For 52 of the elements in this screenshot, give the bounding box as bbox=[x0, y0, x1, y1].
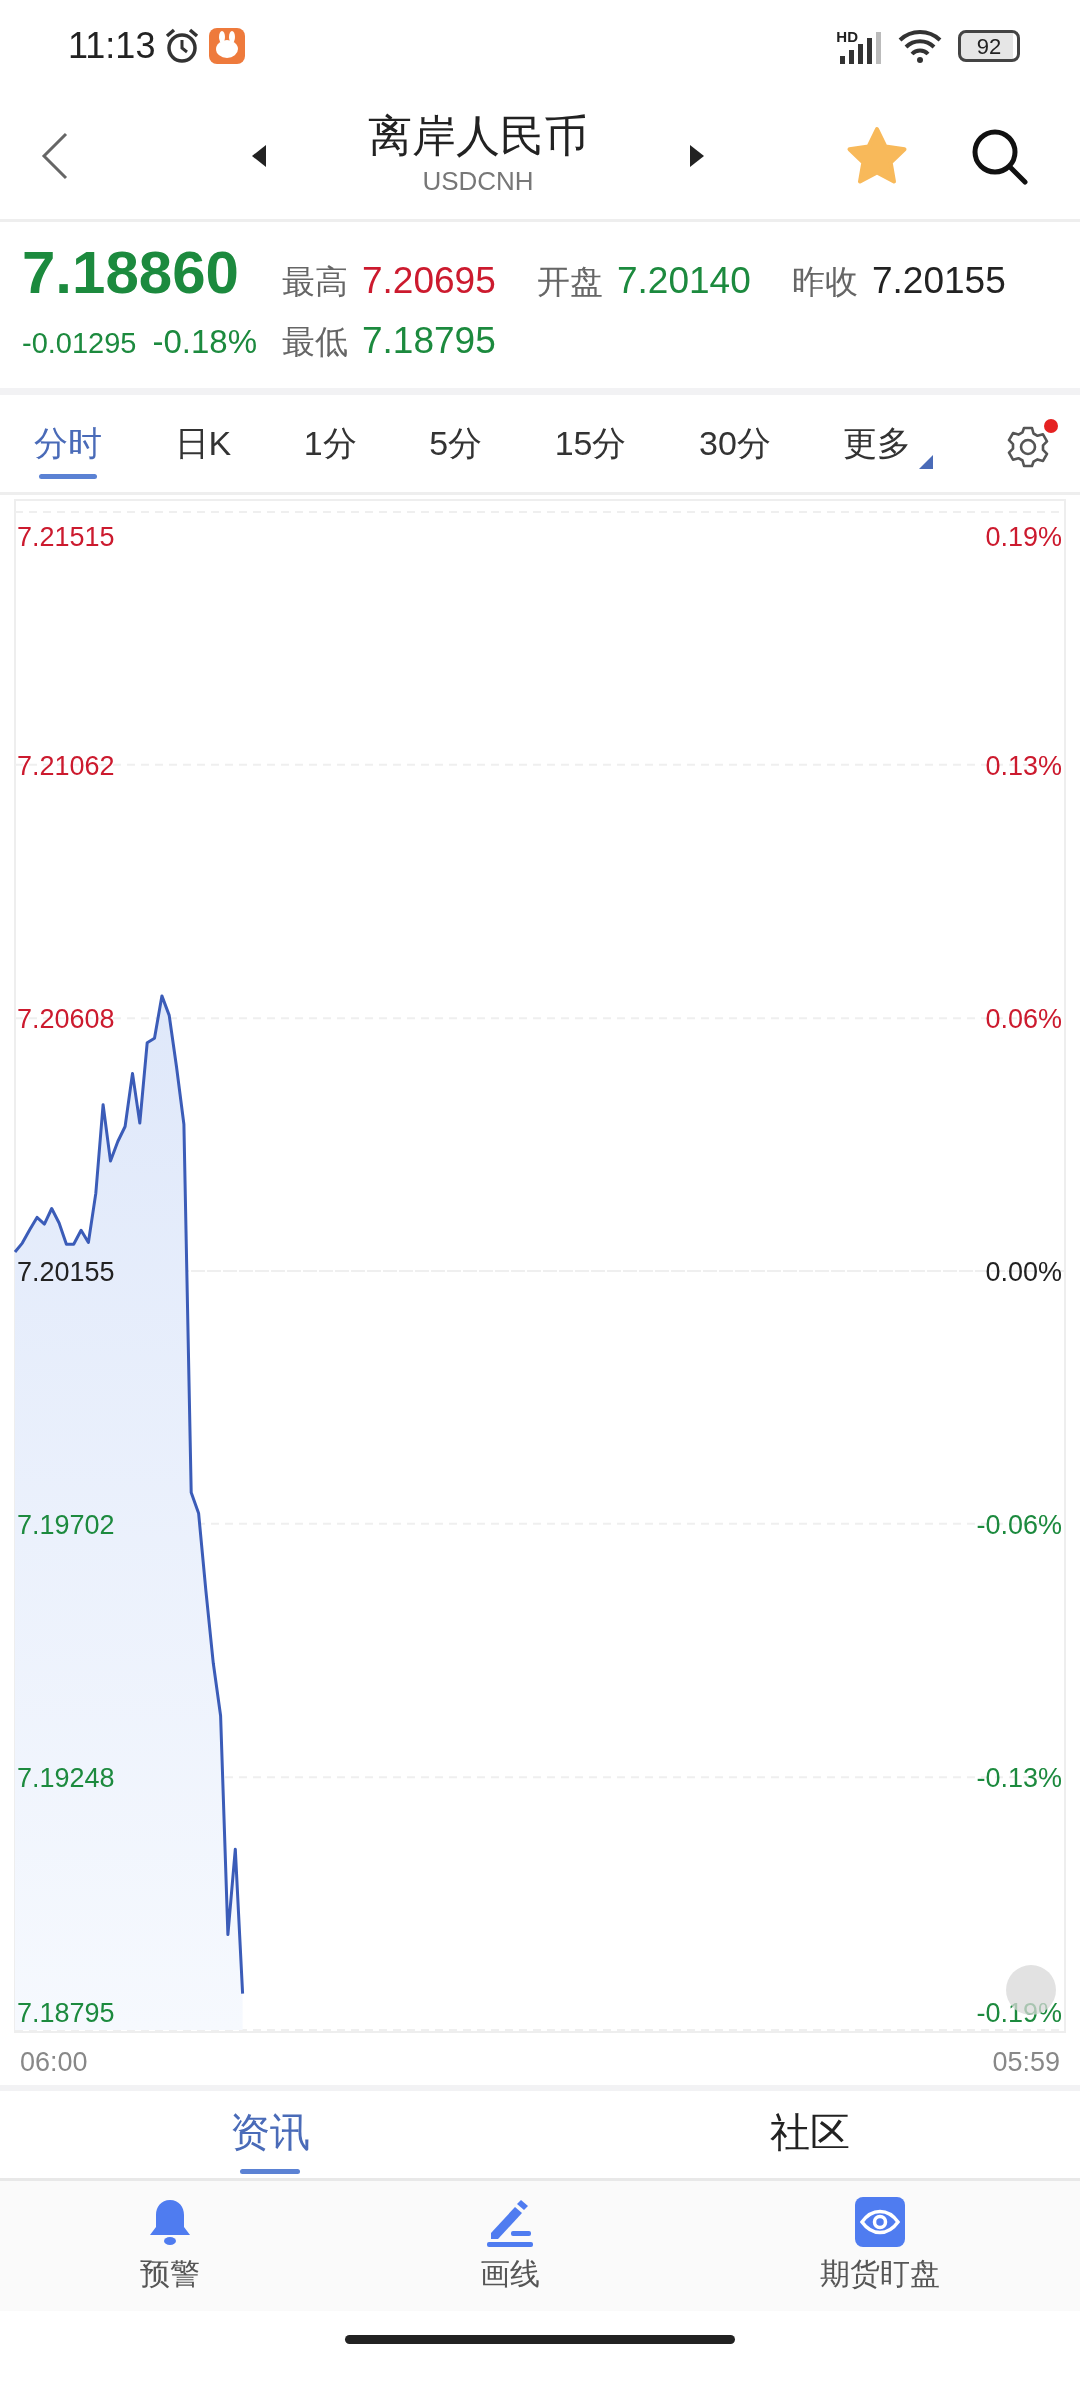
percent-axis-label: 0.06% bbox=[985, 1004, 1062, 1035]
price-axis-label: 7.19702 bbox=[17, 1509, 115, 1540]
page-title: 离岸人民币 bbox=[368, 109, 588, 162]
previous-button[interactable] bbox=[250, 143, 268, 168]
period-tab[interactable]: 分时 bbox=[34, 408, 102, 479]
price-axis-label: 7.20608 bbox=[17, 1004, 115, 1035]
stat-label: 昨收 bbox=[792, 262, 858, 302]
content-tab[interactable]: 资讯 bbox=[230, 2095, 310, 2174]
percent-axis-label: -0.19% bbox=[976, 1998, 1062, 2028]
period-tab[interactable]: 1分 bbox=[303, 408, 357, 479]
status-time: 11:13 bbox=[68, 24, 156, 68]
stat-value: 7.20695 bbox=[362, 259, 496, 303]
period-tab[interactable]: 15分 bbox=[554, 408, 627, 479]
price-axis-label: 7.20155 bbox=[17, 1257, 115, 1287]
time-axis-label: 06:00 bbox=[20, 2046, 88, 2080]
content-tab[interactable]: 社区 bbox=[770, 2095, 850, 2174]
stat-label: 最低 bbox=[282, 321, 348, 362]
stat-value: 7.20155 bbox=[872, 259, 1006, 303]
period-tab[interactable]: 30分 bbox=[699, 408, 771, 479]
percent-axis-label: 0.13% bbox=[985, 750, 1062, 781]
price-axis-label: 7.19248 bbox=[17, 1763, 115, 1794]
percent-axis-label: 0.00% bbox=[985, 1257, 1062, 1287]
toolbar-button[interactable]: 画线 bbox=[480, 2196, 540, 2296]
stat-label: 最高 bbox=[282, 262, 348, 302]
toolbar-button[interactable]: 期货盯盘 bbox=[820, 2196, 940, 2296]
stat-value: 7.18795 bbox=[362, 318, 496, 363]
price-axis-label: 7.21515 bbox=[17, 522, 115, 552]
percent-axis-label: -0.13% bbox=[976, 1763, 1062, 1794]
period-tab[interactable]: 日K bbox=[174, 408, 232, 479]
settings-icon[interactable] bbox=[1005, 418, 1058, 469]
last-price: 7.18860 bbox=[22, 239, 239, 306]
next-button[interactable] bbox=[688, 143, 706, 168]
period-tab[interactable]: 更多 bbox=[843, 408, 934, 479]
app-notification-icon bbox=[209, 28, 246, 64]
price-change: -0.01295 bbox=[22, 325, 137, 361]
back-button[interactable] bbox=[40, 130, 70, 181]
price-axis-label: 7.18795 bbox=[17, 1998, 115, 2028]
period-tab[interactable]: 5分 bbox=[429, 408, 483, 479]
toolbar-button[interactable]: 预警 bbox=[140, 2196, 200, 2296]
stat-label: 开盘 bbox=[537, 262, 603, 302]
network-type: HD bbox=[836, 28, 858, 44]
wifi-icon bbox=[898, 29, 942, 63]
favorite-star-icon[interactable] bbox=[846, 125, 908, 186]
stat-value: 7.20140 bbox=[617, 259, 751, 303]
percent-axis-label: 0.19% bbox=[985, 522, 1062, 552]
time-axis-label: 05:59 bbox=[992, 2046, 1060, 2080]
battery-indicator: 92 bbox=[958, 30, 1020, 62]
percent-axis-label: -0.06% bbox=[976, 1509, 1062, 1540]
percent-change: -0.18% bbox=[152, 321, 258, 362]
symbol-code: USDCNH bbox=[421, 165, 535, 199]
price-axis-label: 7.21062 bbox=[17, 750, 115, 781]
eye-icon bbox=[855, 2196, 905, 2247]
